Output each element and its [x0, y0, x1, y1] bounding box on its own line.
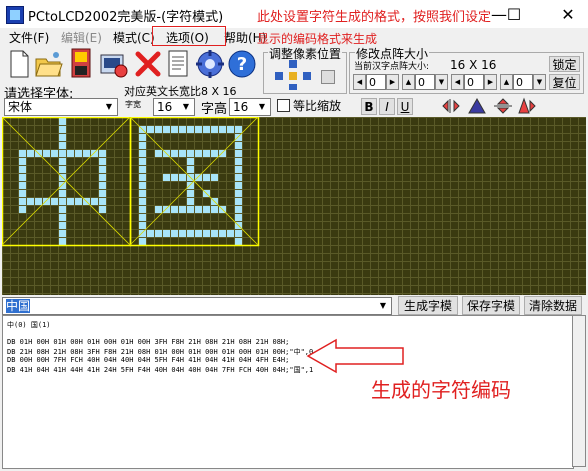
shrink-right-icon[interactable]: ◀ [451, 74, 464, 90]
gear-icon [196, 49, 224, 78]
english-ratio-label: 对应英文长宽比8 X 16 [124, 85, 237, 98]
move-right-icon[interactable] [303, 72, 311, 80]
flip-vertical-button[interactable] [492, 97, 514, 115]
options-highlight-box [152, 26, 226, 46]
spin-left[interactable]: 0 [366, 74, 386, 90]
svg-text:?: ? [237, 54, 247, 75]
move-left-icon[interactable] [275, 72, 283, 80]
expand-left-icon[interactable]: ▶ [386, 74, 399, 90]
height-select[interactable]: 16 ▼ [229, 98, 271, 116]
width-select-value: 16 [157, 100, 173, 114]
new-icon [10, 50, 29, 77]
menu-mode[interactable]: 模式(C) [113, 29, 155, 46]
output-text[interactable]: 中(0) 国(1) DB 01H 00H 01H 00H 01H 00H 01H… [2, 315, 574, 469]
delete-button[interactable] [133, 47, 163, 80]
output-scrollbar[interactable] [572, 315, 586, 467]
expand-top-icon[interactable]: ▼ [435, 74, 448, 90]
current-size-label: 当前汉字点阵大小: [354, 62, 430, 72]
font-select-value: 宋体 [8, 100, 33, 114]
chevron-down-icon: ▼ [379, 301, 387, 310]
width-select[interactable]: 16 ▼ [153, 98, 195, 116]
output-line: DB 01H 00H 01H 00H 01H 00H 01H 00H 3FH F… [7, 338, 290, 346]
window-title: PCtoLCD2002完美版-(字符模式) [28, 10, 224, 25]
delete-icon [135, 51, 161, 76]
invert-icon [518, 97, 536, 114]
move-down-icon[interactable] [289, 84, 297, 90]
flip-horizontal-button[interactable] [440, 97, 462, 115]
output-line: DB 00H 00H 7FH FCH 40H 04H 40H 04H 5FH F… [7, 356, 290, 364]
save-button[interactable] [66, 47, 96, 80]
shrink-top-icon[interactable]: ▲ [402, 74, 415, 90]
height-label: 字高 [201, 102, 228, 117]
chevron-down-icon: ▼ [182, 102, 190, 111]
underline-button[interactable]: U [397, 98, 413, 115]
menu-file[interactable]: 文件(F) [9, 29, 49, 46]
clear-button[interactable]: 清除数据 [524, 296, 582, 315]
invert-button[interactable] [516, 97, 538, 115]
annotation-arrow [306, 338, 404, 374]
rotate-button[interactable] [466, 97, 488, 115]
spin-top[interactable]: 0 [415, 74, 435, 90]
open-button[interactable] [34, 47, 64, 80]
scale-label: 等比缩放 [293, 99, 342, 113]
open-icon [35, 51, 63, 76]
char-input-value: 中国 [6, 299, 31, 313]
char-input[interactable]: 中国 ▼ [2, 297, 392, 315]
chevron-down-icon: ▼ [258, 102, 266, 111]
reset-position-icon[interactable] [321, 70, 335, 84]
output-header: 中(0) 国(1) [7, 321, 51, 329]
document-button[interactable] [163, 47, 193, 80]
expand-bottom-icon[interactable]: ▼ [533, 74, 546, 90]
app-icon [6, 6, 24, 24]
font-select[interactable]: 宋体 ▼ [4, 98, 118, 116]
current-size-value: 16 X 16 [450, 58, 497, 72]
save-font-button[interactable]: 保存字模 [462, 296, 520, 315]
shrink-bottom-icon[interactable]: ▲ [500, 74, 513, 90]
lock-button[interactable]: 锁定 [549, 56, 580, 72]
document-icon [168, 50, 188, 76]
new-button[interactable] [4, 47, 34, 80]
flip-horizontal-icon [442, 99, 460, 113]
help-icon: ? [228, 50, 256, 77]
spin-right[interactable]: 0 [464, 74, 484, 90]
generate-button[interactable]: 生成字模 [398, 296, 458, 315]
expand-right-icon[interactable]: ▶ [484, 74, 497, 90]
width-label: 字宽 [125, 100, 141, 109]
rotate-icon [468, 97, 486, 114]
center-icon[interactable] [289, 72, 297, 80]
annotation-top: 此处设置字符生成的格式，按照我们设定 [257, 10, 492, 25]
shrink-left-icon[interactable]: ◀ [353, 74, 366, 90]
pixel-grid[interactable] [2, 117, 586, 295]
output-line: DB 41H 04H 41H 44H 41H 24H 5FH F4H 40H 0… [7, 366, 314, 374]
options-button[interactable] [195, 47, 225, 80]
spin-bottom[interactable]: 0 [513, 74, 533, 90]
chevron-down-icon: ▼ [105, 102, 113, 111]
height-select-value: 16 [233, 100, 249, 114]
italic-button[interactable]: I [379, 98, 395, 115]
annotation-output: 生成的字符编码 [371, 378, 511, 402]
restore-button[interactable]: 复位 [549, 74, 580, 90]
settings-icon [100, 54, 128, 77]
move-up-icon[interactable] [289, 60, 297, 68]
menu-edit[interactable]: 编辑(E) [61, 29, 102, 46]
help-button[interactable]: ? [227, 47, 257, 80]
save-icon [71, 48, 91, 77]
settings-button[interactable] [99, 47, 129, 80]
scale-checkbox[interactable] [277, 99, 290, 112]
bold-button[interactable]: B [361, 98, 377, 115]
flip-vertical-icon [494, 98, 512, 114]
char-frames [2, 117, 260, 247]
close-button[interactable]: ✕ [550, 0, 586, 28]
pixel-position-label: 调整像素位置 [268, 45, 343, 62]
maximize-button[interactable]: ☐ [496, 0, 532, 28]
